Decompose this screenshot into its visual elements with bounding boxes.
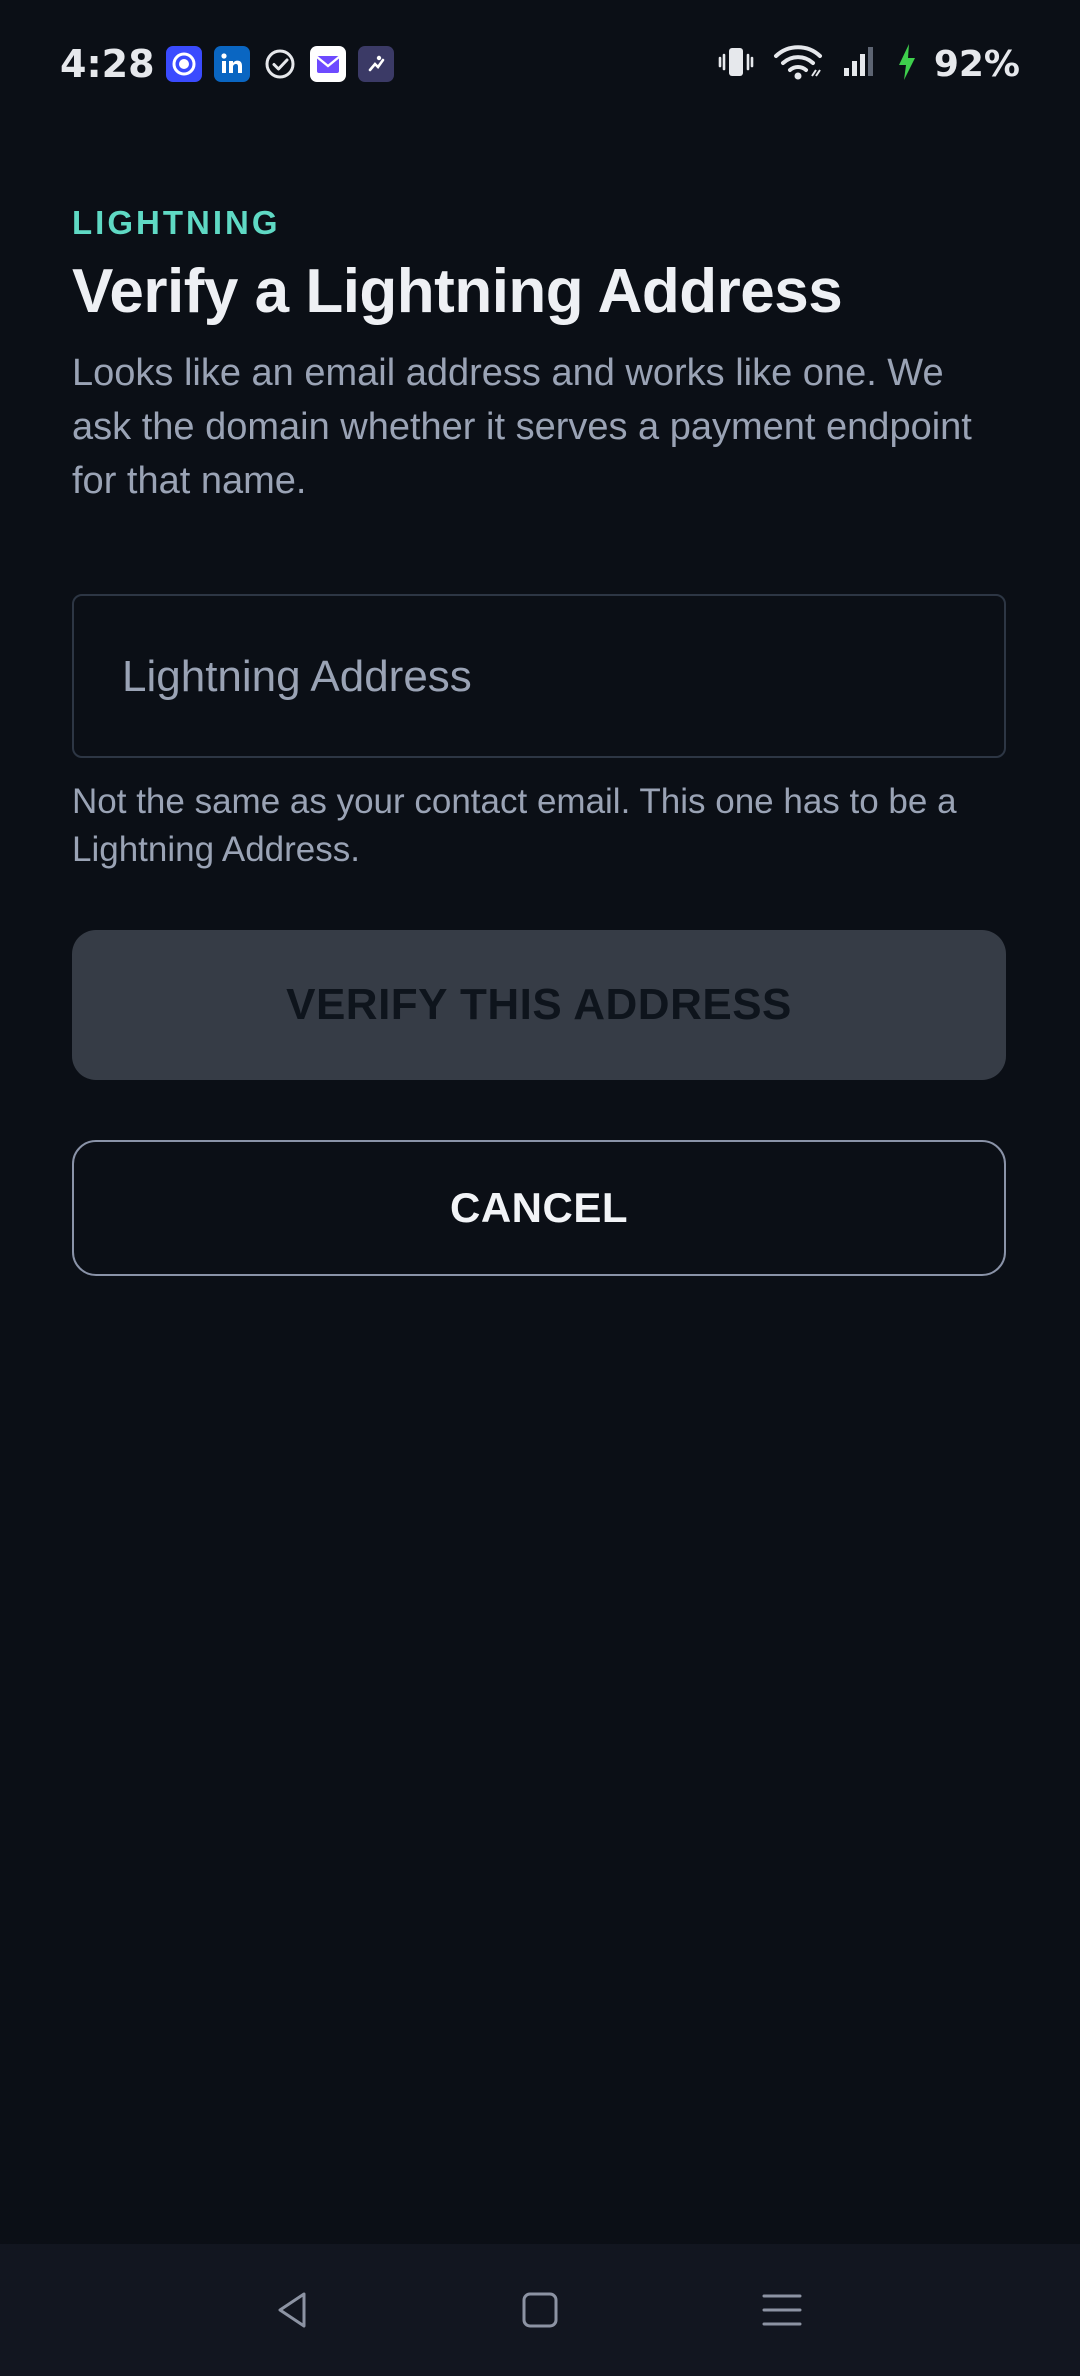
status-bar: 4:28 92% bbox=[0, 0, 1080, 128]
section-eyebrow: LIGHTNING bbox=[72, 204, 281, 241]
system-nav-bar bbox=[0, 2244, 1080, 2376]
charging-bolt-icon bbox=[896, 42, 918, 87]
vibrate-icon bbox=[716, 42, 756, 87]
home-icon[interactable] bbox=[510, 2280, 570, 2340]
cell-signal-icon bbox=[840, 42, 880, 87]
lightning-address-field[interactable] bbox=[72, 594, 1006, 758]
signal-app-icon bbox=[166, 46, 202, 82]
linkedin-icon bbox=[214, 46, 250, 82]
field-helper-text: Not the same as your contact email. This… bbox=[72, 782, 957, 869]
app-icon bbox=[358, 46, 394, 82]
lightning-address-input[interactable] bbox=[120, 596, 964, 758]
battery-level: 92% bbox=[933, 43, 1020, 85]
status-time: 4:28 bbox=[60, 42, 155, 86]
notification-icons bbox=[166, 46, 394, 82]
back-icon[interactable] bbox=[262, 2280, 322, 2340]
verify-address-button[interactable]: VERIFY THIS ADDRESS bbox=[72, 930, 1006, 1080]
wifi-icon bbox=[772, 42, 824, 87]
page-description: Looks like an email address and works li… bbox=[72, 352, 972, 502]
page-title: Verify a Lightning Address bbox=[72, 257, 843, 326]
menu-icon[interactable] bbox=[752, 2280, 812, 2340]
system-status-icons: 92% bbox=[716, 38, 1020, 90]
screen: 4:28 92% LIGHTNING Verify a Lightning Ad… bbox=[0, 0, 1080, 2376]
cancel-button[interactable]: CANCEL bbox=[72, 1140, 1006, 1276]
tasks-check-icon bbox=[262, 46, 298, 82]
mail-icon bbox=[310, 46, 346, 82]
